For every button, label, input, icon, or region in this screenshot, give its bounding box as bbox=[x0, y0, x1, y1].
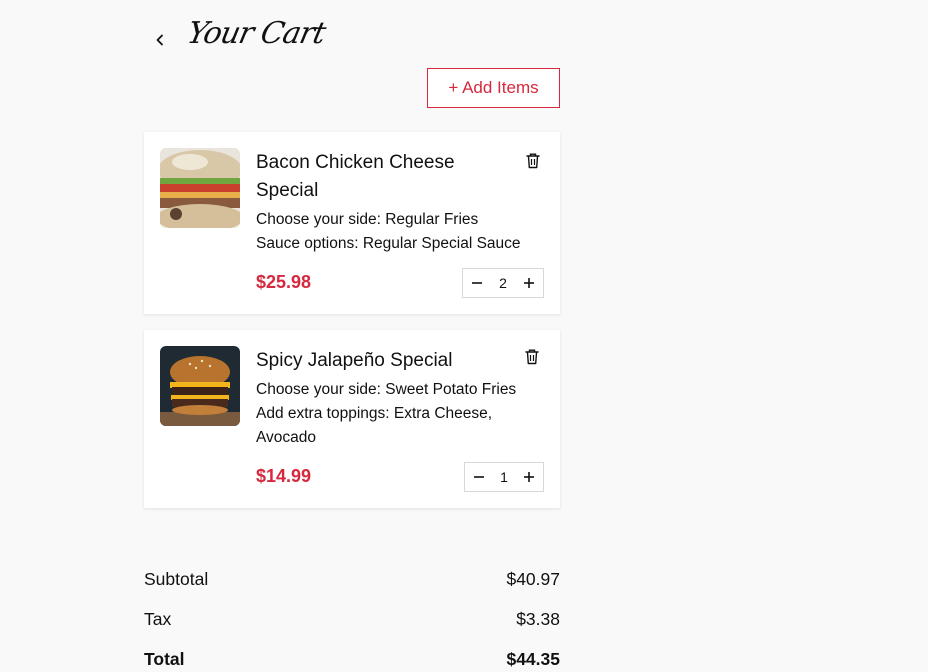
item-name: Spicy Jalapeño Special bbox=[256, 350, 453, 371]
item-option: Choose your side: Regular Fries bbox=[256, 211, 479, 228]
add-items-button[interactable]: + Add Items bbox=[427, 68, 560, 108]
item-option: Sauce options: Regular Special Sauce bbox=[256, 235, 521, 252]
increase-quantity-button[interactable] bbox=[515, 463, 543, 491]
trash-icon bbox=[525, 349, 539, 365]
item-options: Choose your side: Regular Fries Sauce op… bbox=[256, 208, 546, 256]
tax-row: Tax $3.38 bbox=[144, 609, 560, 630]
item-name: Bacon Chicken Cheese Special bbox=[256, 152, 455, 201]
total-value: $44.35 bbox=[506, 649, 560, 669]
tax-value: $3.38 bbox=[516, 609, 560, 629]
item-price: $14.99 bbox=[256, 466, 312, 486]
cart-item: Bacon Chicken Cheese Special Choose your… bbox=[144, 132, 560, 314]
quantity-value: 1 bbox=[500, 469, 508, 485]
subtotal-row: Subtotal $40.97 bbox=[144, 569, 560, 590]
total-row: Total $44.35 bbox=[144, 649, 560, 670]
page-title: Your Cart bbox=[184, 16, 329, 51]
subtotal-label: Subtotal bbox=[144, 569, 209, 589]
item-option: Choose your side: Sweet Potato Fries bbox=[256, 381, 517, 398]
chevron-left-icon bbox=[156, 34, 163, 46]
item-options: Choose your side: Sweet Potato Fries Add… bbox=[256, 378, 546, 450]
increase-quantity-button[interactable] bbox=[515, 269, 543, 297]
decrease-quantity-button[interactable] bbox=[465, 463, 493, 491]
item-image bbox=[160, 346, 240, 426]
total-label: Total bbox=[144, 649, 185, 669]
minus-icon bbox=[472, 282, 482, 284]
item-option: Add extra toppings: Extra Cheese, Avocad… bbox=[256, 405, 493, 446]
minus-icon bbox=[474, 476, 484, 478]
cart-item: Spicy Jalapeño Special Choose your side:… bbox=[144, 330, 560, 508]
decrease-quantity-button[interactable] bbox=[463, 269, 491, 297]
plus-icon bbox=[524, 278, 534, 288]
subtotal-value: $40.97 bbox=[506, 569, 560, 589]
quantity-value: 2 bbox=[499, 275, 507, 291]
quantity-stepper: 1 bbox=[464, 462, 544, 492]
trash-icon bbox=[526, 153, 540, 169]
remove-item-button[interactable] bbox=[524, 152, 542, 170]
plus-icon bbox=[524, 472, 534, 482]
tax-label: Tax bbox=[144, 609, 172, 629]
back-button[interactable] bbox=[150, 30, 170, 50]
remove-item-button[interactable] bbox=[523, 348, 541, 366]
item-price: $25.98 bbox=[256, 272, 312, 292]
item-image bbox=[160, 148, 240, 228]
quantity-stepper: 2 bbox=[462, 268, 544, 298]
cart-page: Your Cart + Add Items Bacon Chicken Chee… bbox=[0, 0, 928, 672]
